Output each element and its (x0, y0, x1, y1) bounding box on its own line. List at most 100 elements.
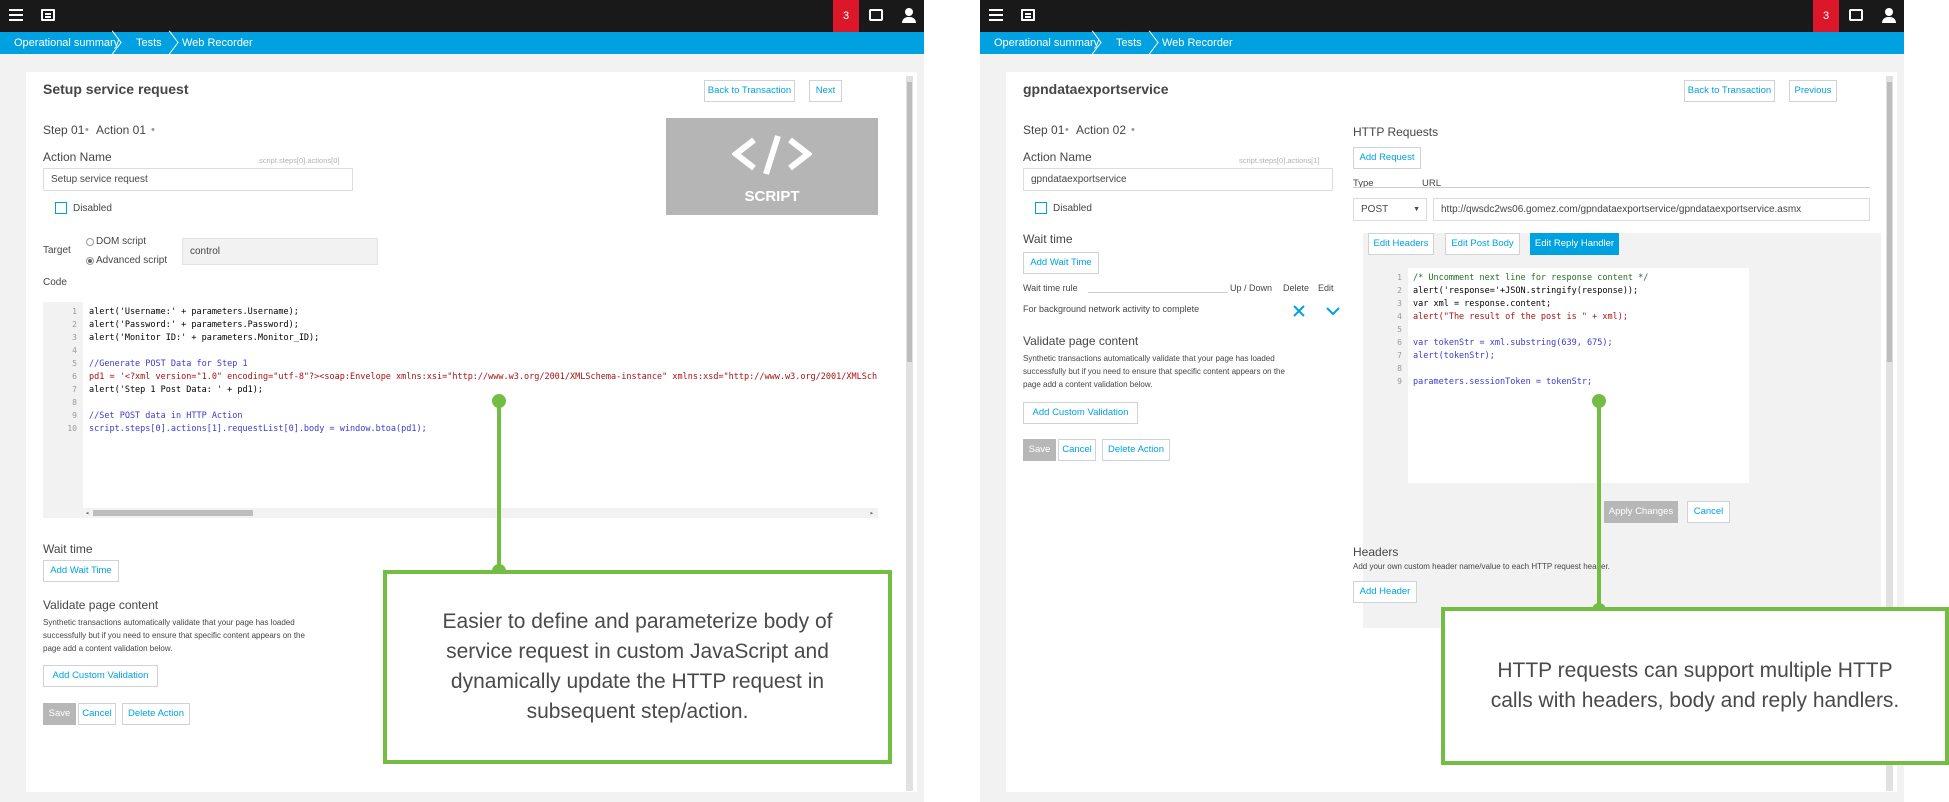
menu-icon[interactable] (9, 9, 23, 21)
scroll-thumb[interactable] (93, 510, 253, 516)
chevron-down-icon[interactable] (1326, 306, 1340, 316)
method-value: POST (1361, 204, 1389, 215)
action-name-path-hint: script.steps[0].actions[0] (259, 156, 340, 165)
back-to-transaction-button[interactable]: Back to Transaction (1684, 80, 1775, 102)
screen-icon[interactable] (1021, 9, 1035, 21)
callout-connector (1597, 400, 1601, 612)
code-line: alert('Password:' + parameters.Password)… (89, 320, 299, 330)
code-brackets-icon (732, 135, 812, 175)
reply-handler-editor[interactable]: 1 2 3 4 5 6 7 8 9 /* Uncomment next line… (1368, 268, 1749, 483)
line-number: 4 (1397, 312, 1402, 321)
user-icon[interactable] (902, 8, 916, 24)
cancel-button[interactable]: Cancel (78, 703, 116, 725)
save-button[interactable]: Save (43, 703, 76, 725)
line-number: 9 (72, 411, 77, 420)
action-name-label: Action Name (43, 150, 112, 164)
code-cancel-button[interactable]: Cancel (1687, 501, 1730, 523)
action-label: Action 01 (96, 123, 147, 137)
code-line: var tokenStr = xml.substring(639, 675); (1413, 338, 1613, 348)
top-bar: 3 (0, 0, 924, 32)
disabled-checkbox[interactable] (55, 202, 67, 214)
divider (1353, 187, 1870, 188)
line-number: 3 (1397, 299, 1402, 308)
edit-headers-button[interactable]: Edit Headers (1368, 233, 1434, 255)
notification-badge[interactable]: 3 (1813, 0, 1839, 32)
callout-box: Easier to define and parameterize body o… (383, 570, 892, 764)
breadcrumb-separator (107, 32, 119, 54)
dom-script-radio[interactable] (86, 238, 94, 246)
breadcrumb-item[interactable]: Tests (136, 37, 162, 49)
advanced-script-radio[interactable] (86, 257, 94, 265)
line-number: 2 (1397, 286, 1402, 295)
delete-action-button[interactable]: Delete Action (122, 703, 190, 725)
target-input[interactable]: control (182, 238, 378, 265)
action-name-input[interactable]: Setup service request (43, 168, 353, 191)
delete-action-button[interactable]: Delete Action (1102, 439, 1170, 461)
disabled-checkbox[interactable] (1035, 202, 1047, 214)
horizontal-scrollbar[interactable]: ◂ ▸ (83, 508, 878, 518)
cancel-button[interactable]: Cancel (1058, 439, 1096, 461)
save-button[interactable]: Save (1023, 439, 1056, 461)
action-name-label: Action Name (1023, 150, 1092, 164)
back-to-transaction-button[interactable]: Back to Transaction (704, 80, 795, 102)
scroll-right-icon[interactable]: ▸ (870, 509, 874, 517)
url-input[interactable]: http://qwsdc2ws06.gomez.com/gpndataexpor… (1433, 198, 1870, 221)
dropdown-arrow-icon: ▼ (1413, 206, 1420, 213)
code-line: //Generate POST Data for Step 1 (89, 359, 248, 369)
code-label: Code (43, 277, 67, 288)
action-name-path-hint: script.steps[0].actions[1] (1239, 156, 1320, 165)
line-number: 3 (72, 333, 77, 342)
scroll-left-icon[interactable]: ◂ (85, 509, 89, 517)
line-number: 6 (1397, 338, 1402, 347)
apply-changes-button[interactable]: Apply Changes (1604, 501, 1678, 523)
callout-connector (497, 400, 501, 572)
next-button[interactable]: Next (809, 80, 842, 102)
edit-reply-handler-button[interactable]: Edit Reply Handler (1530, 233, 1619, 255)
code-line: //Set POST data in HTTP Action (89, 411, 243, 421)
callout-anchor (492, 394, 506, 408)
add-custom-validation-button[interactable]: Add Custom Validation (1023, 402, 1138, 424)
line-number: 10 (67, 424, 77, 433)
wait-col-delete: Delete (1283, 283, 1310, 293)
code-line: alert('Step 1 Post Data: ' + pd1); (89, 385, 263, 395)
add-request-button[interactable]: Add Request (1353, 147, 1421, 169)
code-line: alert(tokenStr); (1413, 351, 1495, 361)
delete-icon[interactable] (1293, 305, 1305, 317)
line-number: 1 (72, 307, 77, 316)
wait-col-edit: Edit (1318, 283, 1334, 293)
wait-col-updown: Up / Down (1230, 283, 1273, 293)
chat-icon[interactable] (869, 9, 883, 21)
screen-icon[interactable] (41, 9, 55, 21)
validate-description: Synthetic transactions automatically val… (43, 618, 305, 653)
line-number: 7 (1397, 351, 1402, 360)
page-title: Setup service request (43, 81, 189, 97)
line-number: 7 (72, 385, 77, 394)
add-header-button[interactable]: Add Header (1353, 581, 1417, 603)
line-number: 4 (72, 346, 77, 355)
validate-description: Synthetic transactions automatically val… (1023, 354, 1285, 389)
code-line: alert('response='+JSON.stringify(respons… (1413, 286, 1639, 296)
chat-icon[interactable] (1849, 9, 1863, 21)
separator-dot: • (1065, 124, 1069, 136)
notification-badge[interactable]: 3 (833, 0, 859, 32)
edit-post-body-button[interactable]: Edit Post Body (1445, 233, 1520, 255)
add-wait-time-button[interactable]: Add Wait Time (43, 560, 119, 582)
scrollbar[interactable] (906, 76, 913, 791)
top-bar: 3 (980, 0, 1904, 32)
action-name-input[interactable]: gpndataexportservice (1023, 168, 1333, 191)
action-label: Action 02 (1076, 123, 1127, 137)
code-line: /* Uncomment next line for response cont… (1413, 273, 1649, 283)
user-icon[interactable] (1882, 8, 1896, 24)
previous-button[interactable]: Previous (1789, 80, 1837, 102)
breadcrumb-item[interactable]: Tests (1116, 37, 1142, 49)
line-number: 9 (1397, 377, 1402, 386)
script-logo-label: SCRIPT (744, 188, 800, 205)
breadcrumb-item[interactable]: Web Recorder (182, 37, 253, 49)
method-select[interactable]: POST ▼ (1353, 198, 1427, 221)
add-custom-validation-button[interactable]: Add Custom Validation (43, 665, 158, 687)
breadcrumb-item[interactable]: Web Recorder (1162, 37, 1233, 49)
wait-time-title: Wait time (1023, 232, 1073, 246)
code-editor[interactable]: 1 2 3 4 5 6 7 8 9 10 alert('Username:' +… (43, 302, 878, 518)
add-wait-time-button[interactable]: Add Wait Time (1023, 252, 1099, 274)
menu-icon[interactable] (989, 9, 1003, 21)
